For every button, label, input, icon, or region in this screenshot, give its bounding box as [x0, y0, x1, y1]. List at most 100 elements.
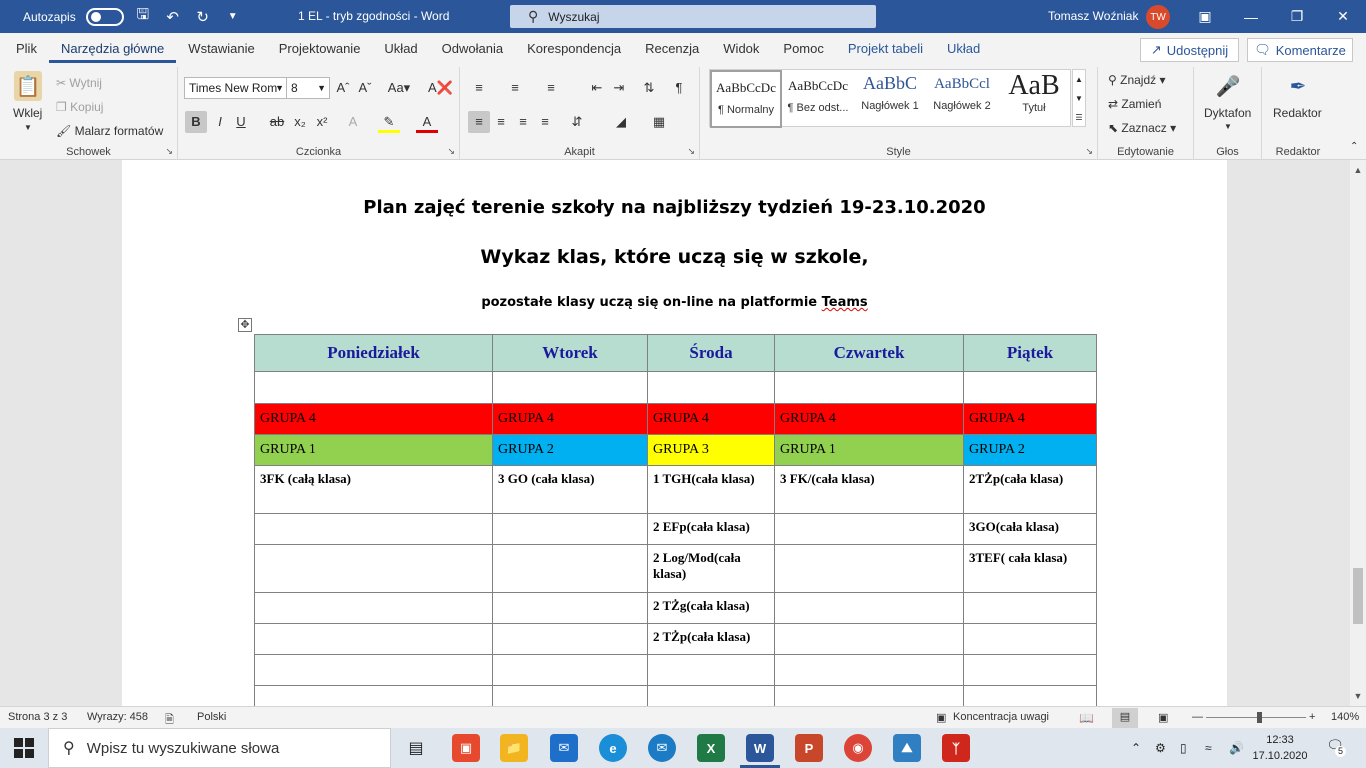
- clock[interactable]: 12:33 17.10.2020: [1252, 732, 1308, 764]
- tab-insert[interactable]: Wstawianie: [176, 33, 266, 63]
- decrease-indent-icon[interactable]: ⇤: [586, 77, 608, 99]
- class-cell[interactable]: 3TEF( cała klasa): [963, 544, 1097, 593]
- tab-file[interactable]: Plik: [4, 33, 49, 63]
- table-cell[interactable]: [774, 685, 964, 706]
- dictate-button[interactable]: Dyktafon: [1204, 106, 1251, 120]
- class-cell[interactable]: 2 EFp(cała klasa): [647, 513, 775, 545]
- class-cell[interactable]: [254, 544, 493, 593]
- class-cell[interactable]: 3 GO (cała klasa): [492, 465, 648, 514]
- text-effects-icon[interactable]: A: [342, 111, 364, 133]
- table-cell[interactable]: [492, 685, 648, 706]
- document-page[interactable]: Plan zajęć terenie szkoły na najbliższy …: [122, 160, 1227, 706]
- header-cell[interactable]: Poniedziałek: [254, 334, 493, 372]
- chrome-icon[interactable]: ◉: [844, 734, 872, 762]
- find-button[interactable]: ⚲ Znajdź ▾: [1108, 73, 1166, 87]
- excel-icon[interactable]: X: [697, 734, 725, 762]
- word-count[interactable]: Wyrazy: 458: [87, 711, 148, 723]
- tab-review[interactable]: Recenzja: [633, 33, 711, 63]
- bold-icon[interactable]: B: [185, 111, 207, 133]
- microphone-icon[interactable]: 🎤: [1214, 71, 1242, 101]
- shrink-font-icon[interactable]: Aˇ: [354, 77, 376, 99]
- align-left-icon[interactable]: ≡: [468, 111, 490, 133]
- table-cell[interactable]: [254, 371, 493, 404]
- header-cell[interactable]: Piątek: [963, 334, 1097, 372]
- table-cell[interactable]: [647, 371, 775, 404]
- cut-button[interactable]: ✂ Wytnij: [56, 76, 102, 90]
- paste-dropdown-icon[interactable]: ▼: [24, 123, 32, 132]
- avatar[interactable]: TW: [1146, 5, 1170, 29]
- ribbon-display-icon[interactable]: ▣: [1182, 0, 1228, 33]
- class-cell[interactable]: [254, 513, 493, 545]
- share-button[interactable]: ↗ Udostępnij: [1140, 38, 1239, 62]
- class-cell[interactable]: 1 TGH(cała klasa): [647, 465, 775, 514]
- focus-mode-button[interactable]: Koncentracja uwagi: [953, 711, 1049, 723]
- sort-icon[interactable]: ⇅: [638, 77, 660, 99]
- autosave-toggle[interactable]: [85, 7, 124, 26]
- styles-launcher-icon[interactable]: ↘: [1085, 146, 1093, 157]
- web-layout-icon[interactable]: ▣: [1158, 711, 1168, 724]
- editor-pen-icon[interactable]: ✒: [1284, 71, 1312, 101]
- zoom-out-icon[interactable]: —: [1192, 711, 1203, 723]
- collapse-ribbon-icon[interactable]: ⌃: [1350, 141, 1358, 152]
- paste-icon[interactable]: 📋: [14, 71, 42, 101]
- paste-button[interactable]: Wklej: [13, 106, 42, 120]
- class-cell[interactable]: [774, 623, 964, 655]
- style-normal[interactable]: AaBbCcDc ¶ Normalny: [710, 70, 782, 128]
- paragraph-launcher-icon[interactable]: ↘: [687, 146, 695, 157]
- pilcrow-icon[interactable]: ¶: [668, 77, 690, 99]
- font-launcher-icon[interactable]: ↘: [447, 146, 455, 157]
- table-cell[interactable]: [254, 654, 493, 686]
- word-icon[interactable]: W: [746, 734, 774, 762]
- class-cell[interactable]: [963, 623, 1097, 655]
- group-cell[interactable]: GRUPA 1: [774, 434, 964, 466]
- group-cell[interactable]: GRUPA 1: [254, 434, 493, 466]
- language-indicator[interactable]: Polski: [197, 711, 226, 723]
- change-case-icon[interactable]: Aa▾: [384, 77, 414, 99]
- style-title[interactable]: AaB Tytuł: [998, 70, 1070, 128]
- group-cell[interactable]: GRUPA 2: [963, 434, 1097, 466]
- numbering-icon[interactable]: ≡: [504, 77, 526, 99]
- undo-icon[interactable]: ↶: [162, 8, 184, 26]
- zoom-slider[interactable]: [1206, 717, 1306, 718]
- restore-icon[interactable]: ❐: [1274, 0, 1320, 33]
- class-cell[interactable]: 2TŻp(cała klasa): [963, 465, 1097, 514]
- zoom-level[interactable]: 140%: [1331, 711, 1359, 723]
- highlight-icon[interactable]: ✎: [378, 111, 400, 133]
- class-cell[interactable]: [774, 513, 964, 545]
- style-heading-2[interactable]: AaBbCcl Nagłówek 2: [926, 70, 998, 128]
- scroll-up-icon[interactable]: ▲: [1350, 162, 1366, 178]
- styles-scroll[interactable]: ▲ ▼ ☰: [1072, 69, 1086, 127]
- shading-icon[interactable]: ◢: [610, 111, 632, 133]
- font-size-combo[interactable]: 8 ▼: [286, 77, 330, 99]
- replace-button[interactable]: ⇄ Zamień: [1108, 97, 1161, 111]
- tab-references[interactable]: Odwołania: [430, 33, 515, 63]
- class-cell[interactable]: 3 FK/(cała klasa): [774, 465, 964, 514]
- copy-button[interactable]: ❐ Kopiuj: [56, 100, 103, 114]
- header-cell[interactable]: Czwartek: [774, 334, 964, 372]
- table-cell[interactable]: [492, 654, 648, 686]
- minimize-icon[interactable]: —: [1228, 0, 1274, 33]
- table-cell[interactable]: [774, 654, 964, 686]
- user-name[interactable]: Tomasz Woźniak: [1048, 9, 1138, 23]
- focus-icon[interactable]: ▣: [936, 711, 946, 724]
- class-cell[interactable]: 3FK (całą klasa): [254, 465, 493, 514]
- tab-design[interactable]: Projektowanie: [267, 33, 373, 63]
- powerpoint-icon[interactable]: P: [795, 734, 823, 762]
- acrobat-icon[interactable]: ᛉ: [942, 734, 970, 762]
- print-layout-icon[interactable]: ▤: [1112, 708, 1138, 728]
- tab-layout[interactable]: Układ: [372, 33, 429, 63]
- thunderbird-icon[interactable]: ✉: [648, 734, 676, 762]
- line-spacing-icon[interactable]: ⇵: [566, 111, 588, 133]
- style-heading-1[interactable]: AaBbC Nagłówek 1: [854, 70, 926, 128]
- table-move-handle-icon[interactable]: ✥: [238, 318, 252, 332]
- table-cell[interactable]: [963, 654, 1097, 686]
- class-cell[interactable]: 2 TŻp(cała klasa): [647, 623, 775, 655]
- security-icon[interactable]: ⚙: [1155, 728, 1166, 768]
- group-cell[interactable]: GRUPA 2: [492, 434, 648, 466]
- bullets-icon[interactable]: ≡: [468, 77, 490, 99]
- class-cell[interactable]: [774, 544, 964, 593]
- zoom-slider-thumb[interactable]: [1257, 712, 1262, 723]
- class-cell[interactable]: 2 Log/Mod(cała klasa): [647, 544, 775, 593]
- header-cell[interactable]: Wtorek: [492, 334, 648, 372]
- photos-icon[interactable]: ⛰: [893, 734, 921, 762]
